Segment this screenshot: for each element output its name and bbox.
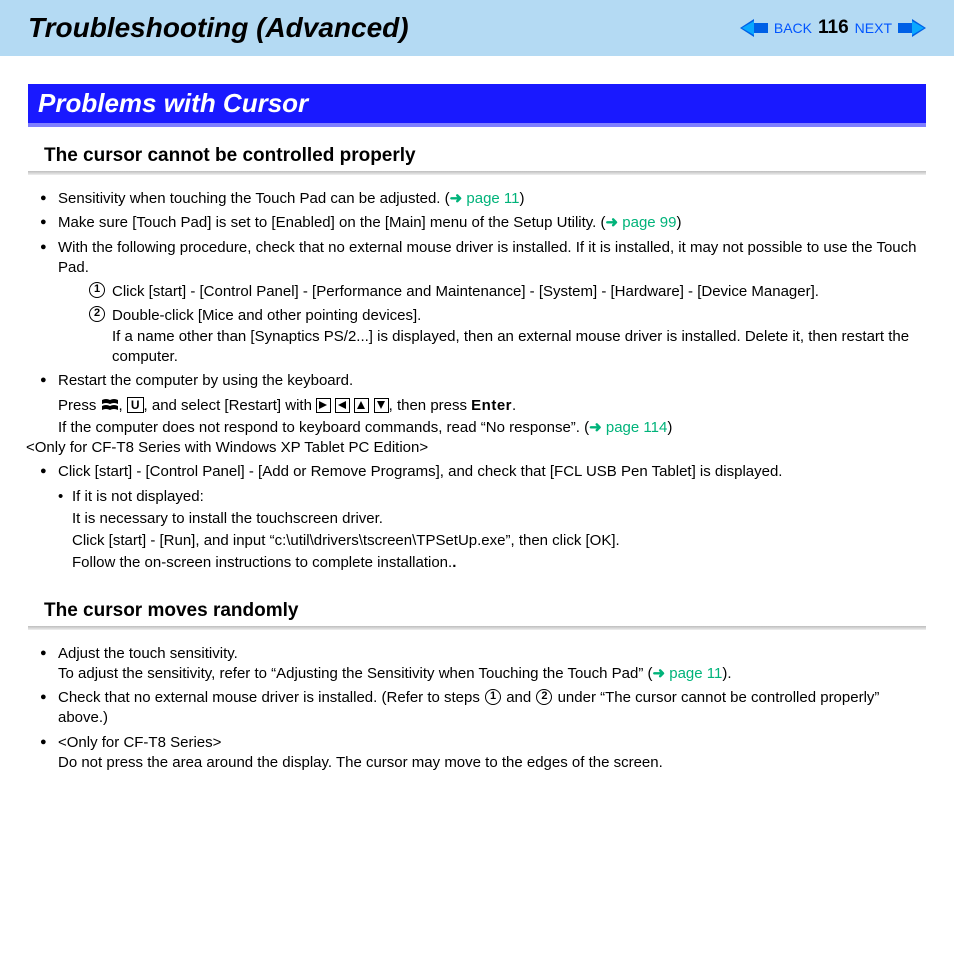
text: .: [512, 397, 516, 414]
link-arrow-icon: ➜: [606, 214, 623, 231]
page-title: Troubleshooting (Advanced): [28, 12, 409, 44]
u-key-icon: U: [127, 397, 144, 413]
list-item: Sensitivity when touching the Touch Pad …: [28, 189, 926, 209]
text: Double-click [Mice and other pointing de…: [112, 307, 421, 324]
subheading-cursor-random: The cursor moves randomly: [28, 600, 926, 626]
header-bar: Troubleshooting (Advanced) BACK 116 NEXT: [0, 0, 954, 56]
text: <Only for CF-T8 Series>: [58, 734, 221, 751]
page-link[interactable]: page 99: [622, 214, 676, 231]
text: Do not press the area around the display…: [58, 754, 663, 771]
only-for-note: <Only for CF-T8 Series with Windows XP T…: [26, 438, 926, 458]
text: If a name other than [Synaptics PS/2...]…: [112, 328, 909, 365]
windows-key-icon: [102, 397, 118, 411]
text: ): [520, 190, 525, 207]
page-link[interactable]: page 11: [669, 665, 722, 682]
page-link[interactable]: page 11: [466, 190, 519, 207]
text: ): [667, 419, 672, 436]
list-item: <Only for CF-T8 Series> Do not press the…: [28, 733, 926, 774]
up-arrow-key-icon: [354, 398, 369, 413]
right-arrow-key-icon: [316, 398, 331, 413]
step-1: 1 Click [start] - [Control Panel] - [Per…: [112, 282, 926, 302]
nav: BACK 116 NEXT: [740, 17, 926, 39]
list-item: Adjust the touch sensitivity. To adjust …: [28, 644, 926, 685]
next-button[interactable]: NEXT: [855, 20, 892, 36]
list-item: With the following procedure, check that…: [28, 238, 926, 279]
no-response-line: If the computer does not respond to keyb…: [28, 418, 926, 438]
text: With the following procedure, check that…: [58, 239, 917, 276]
numbered-steps: 1 Click [start] - [Control Panel] - [Per…: [28, 282, 926, 367]
text: Sensitivity when touching the Touch Pad …: [58, 190, 450, 207]
bullet-list-1b: Restart the computer by using the keyboa…: [28, 371, 926, 391]
text: ): [677, 214, 682, 231]
text: Restart the computer by using the keyboa…: [58, 372, 353, 389]
back-button[interactable]: BACK: [774, 20, 812, 36]
divider: [28, 626, 926, 630]
text-line: Follow the on-screen instructions to com…: [28, 553, 926, 573]
page-number: 116: [818, 17, 849, 39]
sub-bullet: If it is not displayed:: [28, 487, 926, 507]
bullet-list-1c: Click [start] - [Control Panel] - [Add o…: [28, 462, 926, 482]
enter-key-icon: Enter: [471, 397, 512, 414]
page-link[interactable]: page 114: [606, 419, 667, 436]
back-arrow-icon[interactable]: [740, 19, 768, 37]
text-line: Click [start] - [Run], and input “c:\uti…: [28, 531, 926, 551]
text: If the computer does not respond to keyb…: [58, 419, 589, 436]
list-item: Click [start] - [Control Panel] - [Add o…: [28, 462, 926, 482]
link-arrow-icon: ➜: [589, 419, 606, 436]
circled-number-icon: 1: [485, 689, 501, 705]
circled-number-icon: 2: [536, 689, 552, 705]
text: , and select [Restart] with: [144, 397, 317, 414]
bullet-list-1: Sensitivity when touching the Touch Pad …: [28, 189, 926, 278]
text: Adjust the touch sensitivity.: [58, 645, 238, 662]
list-item: Restart the computer by using the keyboa…: [28, 371, 926, 391]
text: Make sure [Touch Pad] is set to [Enabled…: [58, 214, 606, 231]
subheading-cursor-control: The cursor cannot be controlled properly: [28, 145, 926, 171]
divider: [28, 171, 926, 175]
text-line: It is necessary to install the touchscre…: [28, 509, 926, 529]
text: To adjust the sensitivity, refer to “Adj…: [58, 665, 653, 682]
list-item: Check that no external mouse driver is i…: [28, 688, 926, 729]
circled-number-icon: 1: [89, 282, 105, 298]
bullet-list-2: Adjust the touch sensitivity. To adjust …: [28, 644, 926, 774]
text: , then press: [389, 397, 472, 414]
text: ,: [119, 397, 127, 414]
link-arrow-icon: ➜: [450, 190, 467, 207]
text: and: [502, 689, 535, 706]
next-arrow-icon[interactable]: [898, 19, 926, 37]
left-arrow-key-icon: [335, 398, 350, 413]
content: Problems with Cursor The cursor cannot b…: [0, 56, 954, 773]
text: Check that no external mouse driver is i…: [58, 689, 484, 706]
press-line: Press , U, and select [Restart] with , t…: [28, 395, 926, 418]
text: Press: [58, 397, 101, 414]
text: Click [start] - [Control Panel] - [Add o…: [58, 463, 782, 480]
down-arrow-key-icon: [374, 398, 389, 413]
text: Follow the on-screen instructions to com…: [72, 554, 452, 571]
step-2: 2 Double-click [Mice and other pointing …: [112, 306, 926, 367]
circled-number-icon: 2: [89, 306, 105, 322]
text: Click [start] - [Control Panel] - [Perfo…: [112, 283, 819, 300]
text: ).: [722, 665, 731, 682]
link-arrow-icon: ➜: [653, 665, 670, 682]
list-item: Make sure [Touch Pad] is set to [Enabled…: [28, 213, 926, 233]
section-heading: Problems with Cursor: [28, 84, 926, 127]
